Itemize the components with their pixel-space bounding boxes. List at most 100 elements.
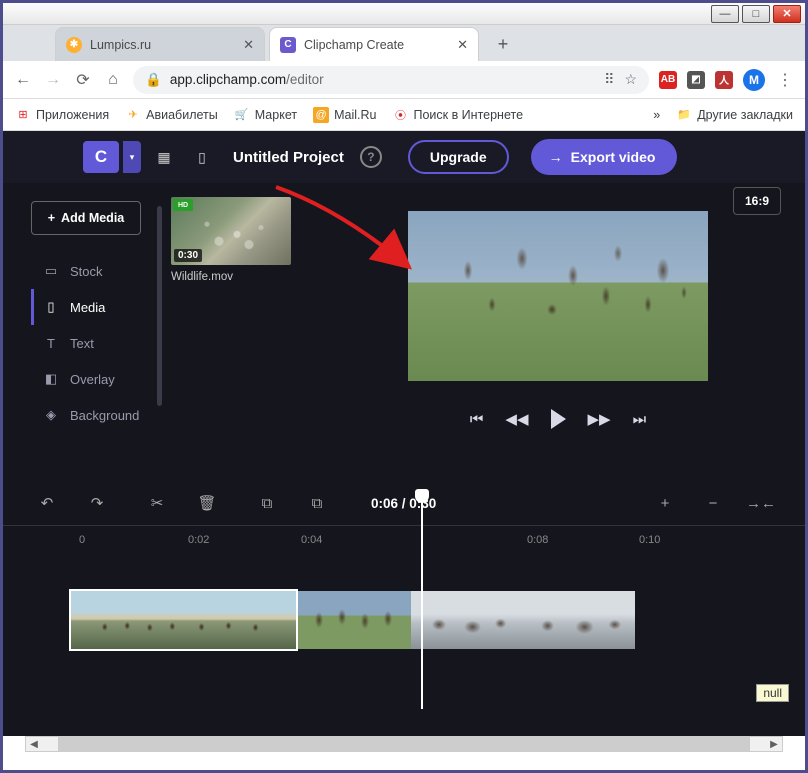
new-tab-button[interactable]: + (489, 30, 517, 58)
ruler-mark: 0:02 (188, 534, 209, 546)
sidebar-item-overlay[interactable]: ◧Overlay (31, 361, 171, 397)
project-title[interactable]: Untitled Project (233, 149, 344, 166)
sidebar-item-text[interactable]: TText (31, 325, 171, 361)
timeline-track[interactable]: 🔊 (3, 585, 805, 655)
hd-badge: HD (173, 199, 193, 211)
nav-back-icon[interactable]: ← (13, 71, 33, 89)
ruler-mark: 0 (79, 534, 85, 546)
star-icon[interactable]: ☆ (624, 71, 637, 88)
bookmark-search[interactable]: ⦿Поиск в Интернете (392, 107, 523, 123)
translate-icon[interactable]: ⠿ (604, 71, 614, 88)
nav-reload-icon[interactable]: ⟳ (73, 70, 93, 90)
address-bar[interactable]: 🔒 app.clipchamp.com/editor ⠿ ☆ (133, 66, 649, 94)
nav-forward-icon[interactable]: → (43, 71, 63, 89)
ruler-mark: 0:04 (301, 534, 322, 546)
zoom-in-icon[interactable]: + (649, 487, 681, 519)
media-thumbnail[interactable]: HD 0:30 (171, 197, 291, 265)
split-icon[interactable]: ✂ (141, 487, 173, 519)
add-media-button[interactable]: + Add Media (31, 201, 141, 235)
extensions: AB ◩ 人 (659, 71, 733, 89)
redo-icon[interactable]: ↷ (81, 487, 113, 519)
nav-home-icon[interactable]: ⌂ (103, 71, 123, 89)
profile-avatar[interactable]: M (743, 69, 765, 91)
folder-icon: 📁 (676, 107, 692, 123)
scroll-left-icon[interactable]: ◀ (26, 739, 42, 750)
plus-icon: + (48, 211, 55, 225)
zoom-out-icon[interactable]: − (697, 487, 729, 519)
window-minimize-button[interactable]: — (711, 5, 739, 23)
timeline-ruler[interactable]: 0 0:02 0:04 0:08 0:10 (3, 525, 805, 555)
browser-tab-lumpics[interactable]: ✱ Lumpics.ru ✕ (55, 27, 265, 61)
sidebar-item-background[interactable]: ◈Background (31, 397, 171, 433)
playback-controls: ⏮ ◀◀ ▶▶ ⏭ (311, 409, 805, 429)
tab-close-icon[interactable]: ✕ (243, 37, 254, 53)
bookmark-overflow-icon[interactable]: » (653, 108, 660, 122)
zoom-fit-icon[interactable]: →← (745, 487, 777, 519)
forward-icon[interactable]: ▶▶ (588, 410, 611, 428)
bookmark-other[interactable]: 📁Другие закладки (676, 107, 793, 123)
mail-icon: @ (313, 107, 329, 123)
tooltip: null (756, 684, 789, 702)
file-icon[interactable]: ▯ (187, 142, 217, 172)
timeline-clip-2[interactable] (296, 591, 411, 649)
delete-icon[interactable]: 🗑 (191, 487, 223, 519)
rewind-icon[interactable]: ◀◀ (505, 410, 528, 428)
upgrade-button[interactable]: Upgrade (408, 140, 509, 174)
search-icon: ⦿ (392, 107, 408, 123)
bookmark-mail[interactable]: @Mail.Ru (313, 107, 376, 123)
bookmark-apps[interactable]: ⊞Приложения (15, 107, 109, 123)
pdf-icon[interactable]: 人 (715, 71, 733, 89)
browser-tab-clipchamp[interactable]: C Clipchamp Create ✕ (269, 27, 479, 61)
skip-start-icon[interactable]: ⏮ (470, 411, 484, 428)
app-main: + Add Media ▭Stock ▯Media TText ◧Overlay… (3, 183, 805, 473)
timeline-clip-1[interactable] (71, 591, 296, 649)
sidebar-item-media[interactable]: ▯Media (31, 289, 171, 325)
export-button[interactable]: → Export video (531, 139, 678, 175)
scrollbar-thumb[interactable] (58, 737, 750, 751)
app-logo[interactable]: C (83, 141, 119, 173)
skip-end-icon[interactable]: ⏭ (633, 411, 647, 428)
timeline-clip-3[interactable] (411, 591, 523, 649)
media-panel: HD 0:30 Wildlife.mov (171, 183, 311, 473)
os-titlebar: — □ ✕ (3, 3, 805, 25)
apps-icon: ⊞ (15, 107, 31, 123)
scroll-right-icon[interactable]: ▶ (766, 739, 782, 750)
sidebar-scrollbar[interactable] (157, 206, 162, 406)
adblock-icon[interactable]: AB (659, 71, 677, 89)
media-filename: Wildlife.mov (171, 271, 311, 283)
logo-dropdown-icon[interactable]: ▾ (123, 141, 141, 173)
ruler-mark: 0:08 (527, 534, 548, 546)
aspect-ratio-button[interactable]: 16:9 (733, 187, 781, 215)
videos-icon[interactable]: ▦ (149, 142, 179, 172)
tab-title: Lumpics.ru (90, 38, 151, 52)
window-close-button[interactable]: ✕ (773, 5, 801, 23)
browser-menu-icon[interactable]: ⋮ (775, 70, 795, 90)
playhead[interactable] (421, 489, 423, 709)
undo-icon[interactable]: ↶ (31, 487, 63, 519)
timeline-clip-4[interactable] (523, 591, 635, 649)
url-host: app.clipchamp.com (170, 72, 286, 87)
copy-icon[interactable]: ⧉ (251, 487, 283, 519)
extension-icon[interactable]: ◩ (687, 71, 705, 89)
export-arrow-icon: → (549, 149, 563, 165)
sidebar-item-stock[interactable]: ▭Stock (31, 253, 171, 289)
browser-toolbar: ← → ⟳ ⌂ 🔒 app.clipchamp.com/editor ⠿ ☆ A… (3, 61, 805, 99)
sidebar: + Add Media ▭Stock ▯Media TText ◧Overlay… (31, 183, 171, 473)
browser-window: — □ ✕ ✱ Lumpics.ru ✕ C Clipchamp Create … (0, 0, 808, 773)
window-maximize-button[interactable]: □ (742, 5, 770, 23)
ruler-mark: 0:10 (639, 534, 660, 546)
video-preview[interactable] (408, 211, 708, 381)
text-icon: T (42, 336, 60, 351)
clipchamp-app: C ▾ ▦ ▯ Untitled Project ? Upgrade → Exp… (3, 131, 805, 736)
bookmark-market[interactable]: 🛒Маркет (234, 107, 297, 123)
help-icon[interactable]: ? (360, 146, 382, 168)
background-icon: ◈ (42, 407, 60, 423)
bookmarks-bar: ⊞Приложения ✈Авиабилеты 🛒Маркет @Mail.Ru… (3, 99, 805, 131)
bookmark-avia[interactable]: ✈Авиабилеты (125, 107, 218, 123)
tab-close-icon[interactable]: ✕ (457, 37, 468, 53)
horizontal-scrollbar[interactable]: ◀ ▶ (25, 736, 783, 752)
plane-icon: ✈ (125, 107, 141, 123)
stock-icon: ▭ (42, 263, 60, 279)
duplicate-icon[interactable]: ⧉ (301, 487, 333, 519)
play-icon[interactable] (551, 409, 566, 429)
